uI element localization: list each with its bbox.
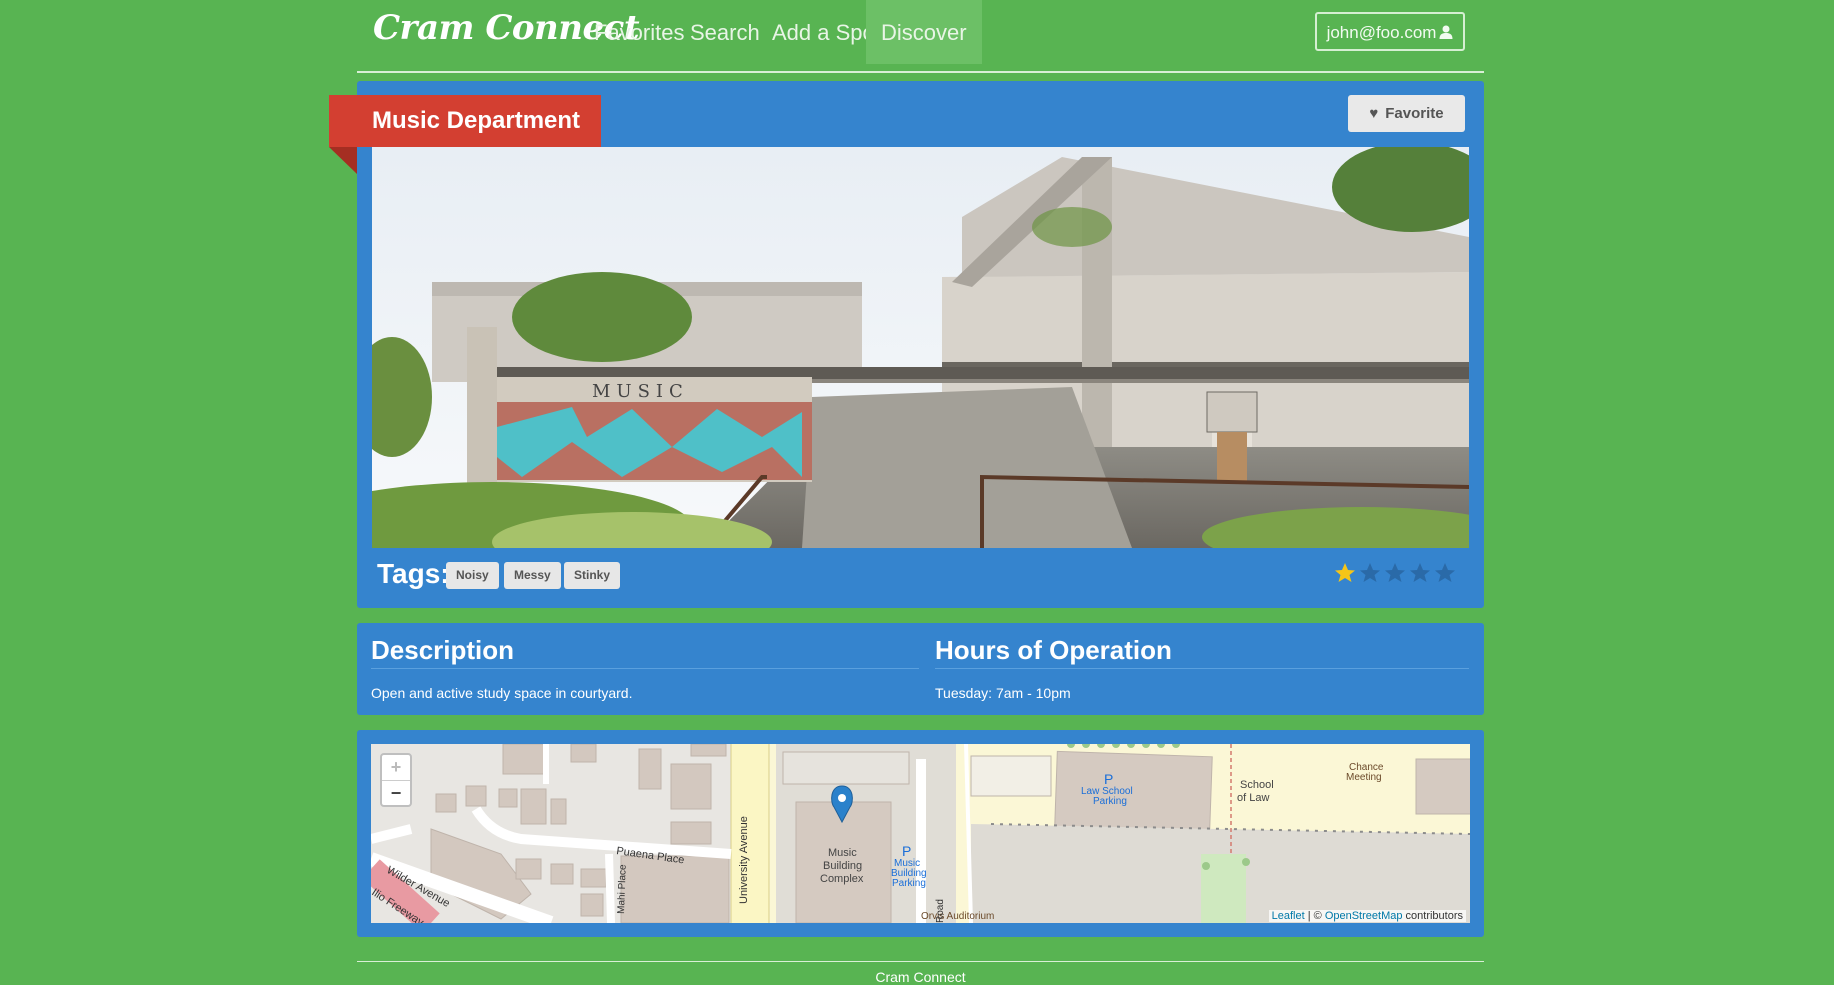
description-text: Open and active study space in courtyard… — [371, 685, 633, 701]
favorite-button[interactable]: ♥ Favorite — [1348, 95, 1465, 132]
spot-title: Music Department — [329, 95, 601, 147]
nav-favorites[interactable]: Favorites — [594, 0, 684, 64]
spot-photo: MUSIC — [372, 147, 1469, 548]
tag-messy[interactable]: Messy — [504, 562, 561, 589]
map-label-orvis: Orvis Auditorium — [921, 911, 994, 922]
footer-text: Cram Connect — [875, 969, 966, 985]
map-label-law-2: of Law — [1237, 792, 1269, 804]
map-parking-p-music: P — [902, 843, 911, 859]
user-email: john@foo.com — [1326, 23, 1437, 42]
zoom-out-button[interactable]: − — [382, 781, 410, 806]
map-card: Puaena Place Mahi Place Wilder Avenue Il… — [357, 730, 1484, 937]
hours-divider — [935, 668, 1469, 669]
map-label-university: University Avenue — [738, 816, 750, 904]
nav-discover[interactable]: Discover — [866, 0, 982, 64]
details-card: Description Open and active study space … — [357, 623, 1484, 715]
user-menu-button[interactable]: john@foo.com — [1315, 12, 1465, 51]
star-icon-2[interactable] — [1358, 561, 1382, 585]
navbar: Cram Connect Favorites Search Add a Spot… — [357, 0, 1483, 66]
map-tiles: Puaena Place Mahi Place Wilder Avenue Il… — [371, 744, 1470, 923]
attribution-sep: | © — [1304, 910, 1325, 922]
map-parking-p-law: P — [1104, 771, 1113, 787]
star-icon-5[interactable] — [1433, 561, 1457, 585]
ribbon-fold — [329, 147, 357, 174]
description-heading: Description — [371, 635, 515, 665]
map-label-road: Road — [935, 899, 946, 923]
map-label-law-parking-2: Parking — [1093, 796, 1127, 807]
star-icon-4[interactable] — [1408, 561, 1432, 585]
heart-icon: ♥ — [1369, 105, 1379, 122]
star-rating — [1333, 561, 1458, 585]
nav-add-a-spot[interactable]: Add a Spot — [772, 0, 881, 64]
nav-search[interactable]: Search — [690, 0, 760, 64]
hours-heading: Hours of Operation — [935, 635, 1172, 665]
map-label-mahi: Mahi Place — [616, 864, 629, 914]
leaflet-link[interactable]: Leaflet — [1272, 910, 1305, 922]
spot-card: Music Department ♥ Favorite MUSIC Tags: … — [329, 81, 1484, 608]
map-label-music-2: Building — [823, 860, 862, 872]
map-attribution: Leaflet | © OpenStreetMap contributors — [1268, 910, 1466, 922]
photo-sign-text: MUSIC — [592, 381, 689, 402]
attribution-tail: contributors — [1402, 910, 1463, 922]
zoom-in-button[interactable]: + — [382, 755, 410, 781]
map[interactable]: Puaena Place Mahi Place Wilder Avenue Il… — [371, 744, 1470, 923]
map-label-music-3: Complex — [820, 873, 864, 885]
map-label-chance-2: Meeting — [1346, 772, 1382, 783]
star-icon-1[interactable] — [1333, 561, 1357, 585]
map-label-music-1: Music — [828, 847, 857, 859]
music-building-photo: MUSIC — [372, 147, 1469, 548]
map-label-parking-music-3: Parking — [892, 878, 926, 889]
user-icon — [1439, 25, 1453, 39]
hours-text: Tuesday: 7am - 10pm — [935, 685, 1071, 701]
description-divider — [371, 668, 919, 669]
osm-link[interactable]: OpenStreetMap — [1325, 910, 1403, 922]
favorite-label: Favorite — [1385, 105, 1444, 122]
tag-noisy[interactable]: Noisy — [446, 562, 499, 589]
footer-divider — [357, 961, 1484, 962]
map-label-law-1: School — [1240, 779, 1274, 791]
star-icon-3[interactable] — [1383, 561, 1407, 585]
map-zoom-control: + − — [380, 753, 412, 807]
nav-divider — [357, 71, 1484, 73]
tag-stinky[interactable]: Stinky — [564, 562, 621, 589]
tags-label: Tags: — [377, 558, 450, 589]
